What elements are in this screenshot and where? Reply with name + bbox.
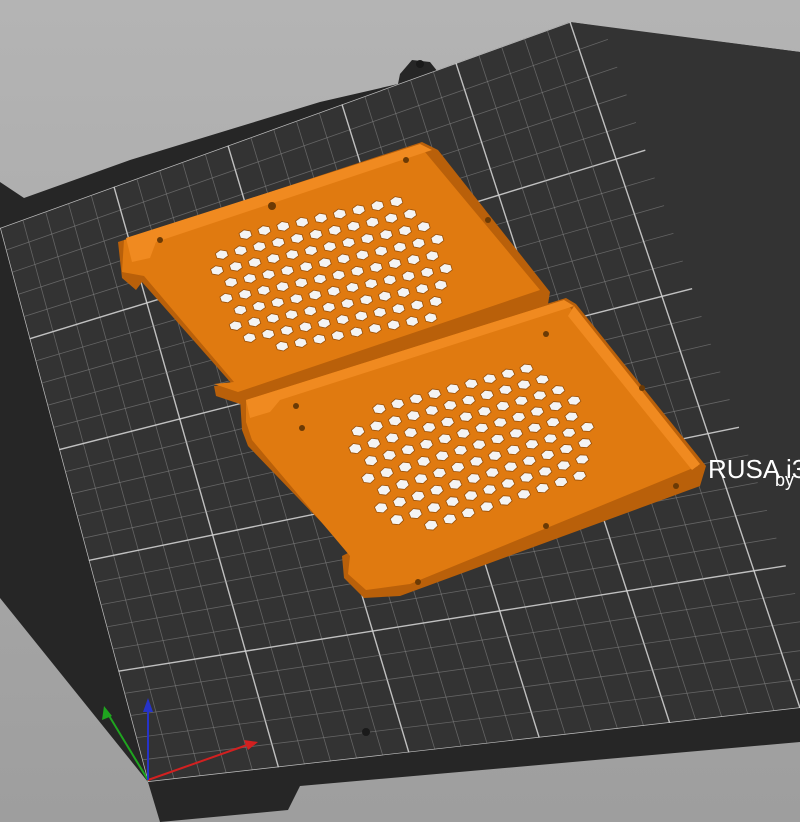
screw-hole <box>268 202 276 210</box>
screw-hole <box>639 385 645 391</box>
3d-viewport[interactable]: RUSA i3 by <box>0 0 800 822</box>
bed-mount-hole <box>362 728 370 736</box>
screw-hole <box>157 237 163 243</box>
screw-hole <box>485 217 491 223</box>
screw-hole <box>415 579 421 585</box>
print-bed-scene[interactable]: RUSA i3 by <box>0 0 800 822</box>
screw-hole <box>543 331 549 337</box>
bed-label-sub: by <box>775 470 794 490</box>
screw-hole <box>299 425 305 431</box>
screw-hole <box>293 403 299 409</box>
screw-hole <box>543 523 549 529</box>
screw-hole <box>403 157 409 163</box>
bed-mount-hole <box>416 60 424 68</box>
screw-hole <box>673 483 679 489</box>
